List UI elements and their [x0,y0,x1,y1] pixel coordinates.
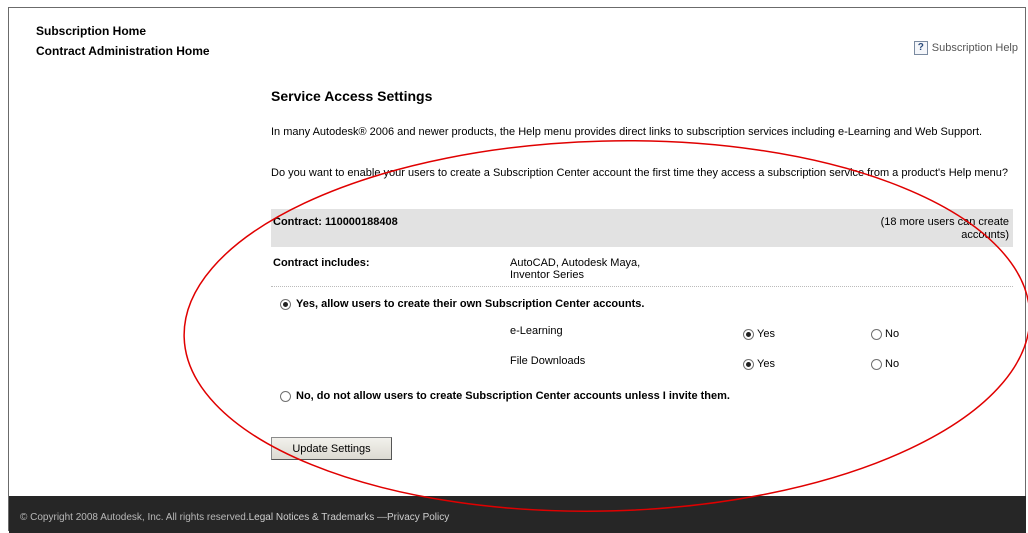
footer-separator: — [374,512,388,523]
contract-includes-label: Contract includes: [273,257,370,269]
file-downloads-yes-label: Yes [757,358,775,370]
file-downloads-no-label: No [885,358,900,370]
divider [271,286,1013,287]
contract-products-line: AutoCAD, Autodesk Maya, [510,257,641,269]
elearning-no-option[interactable]: No [871,328,899,340]
elearning-yes-option[interactable]: Yes [743,328,775,340]
elearning-yes-label: Yes [757,328,775,340]
question-paragraph: Do you want to enable your users to crea… [271,167,1009,179]
allow-accounts-radio[interactable] [280,298,291,310]
file-downloads-yes-option[interactable]: Yes [743,358,775,370]
privacy-policy-link[interactable]: Privacy Policy [387,512,449,523]
subscription-help-link[interactable]: ? Subscription Help [913,41,1018,55]
page-title: Service Access Settings [271,88,433,104]
help-icon: ? [913,41,928,55]
service-label-elearning: e-Learning [510,325,563,337]
disallow-accounts-label: No, do not allow users to create Subscri… [296,390,730,402]
copyright-text: © Copyright 2008 Autodesk, Inc. All righ… [20,512,249,523]
disallow-accounts-option[interactable]: No, do not allow users to create Subscri… [280,390,730,402]
update-settings-button[interactable]: Update Settings [271,437,392,460]
disallow-accounts-radio[interactable] [280,390,291,402]
file-downloads-no-option[interactable]: No [871,358,899,370]
service-label-file-downloads: File Downloads [510,355,586,367]
nav-contract-admin-home[interactable]: Contract Administration Home [36,44,210,58]
elearning-yes-radio[interactable] [743,328,754,340]
remaining-users-note: (18 more users can create accounts) [880,216,1009,241]
intro-paragraph: In many Autodesk® 2006 and newer product… [271,126,983,138]
allow-accounts-label: Yes, allow users to create their own Sub… [296,298,645,310]
contract-header: Contract: 110000188408 (18 more users ca… [271,209,1013,247]
file-downloads-yes-radio[interactable] [743,358,754,370]
contract-products: AutoCAD, Autodesk Maya, Inventor Series [510,257,640,281]
file-downloads-no-radio[interactable] [871,358,882,370]
footer: © Copyright 2008 Autodesk, Inc. All righ… [9,496,1026,533]
nav-subscription-home[interactable]: Subscription Home [36,24,146,38]
elearning-no-radio[interactable] [871,328,882,340]
elearning-no-label: No [885,328,900,340]
legal-notices-link[interactable]: Legal Notices & Trademarks [249,512,375,523]
subscription-help-label: Subscription Help [931,42,1018,54]
contract-products-line: Inventor Series [510,269,584,281]
allow-accounts-option[interactable]: Yes, allow users to create their own Sub… [280,298,644,310]
footer-text: © Copyright 2008 Autodesk, Inc. All righ… [20,512,449,523]
contract-number: Contract: 110000188408 [273,216,398,228]
